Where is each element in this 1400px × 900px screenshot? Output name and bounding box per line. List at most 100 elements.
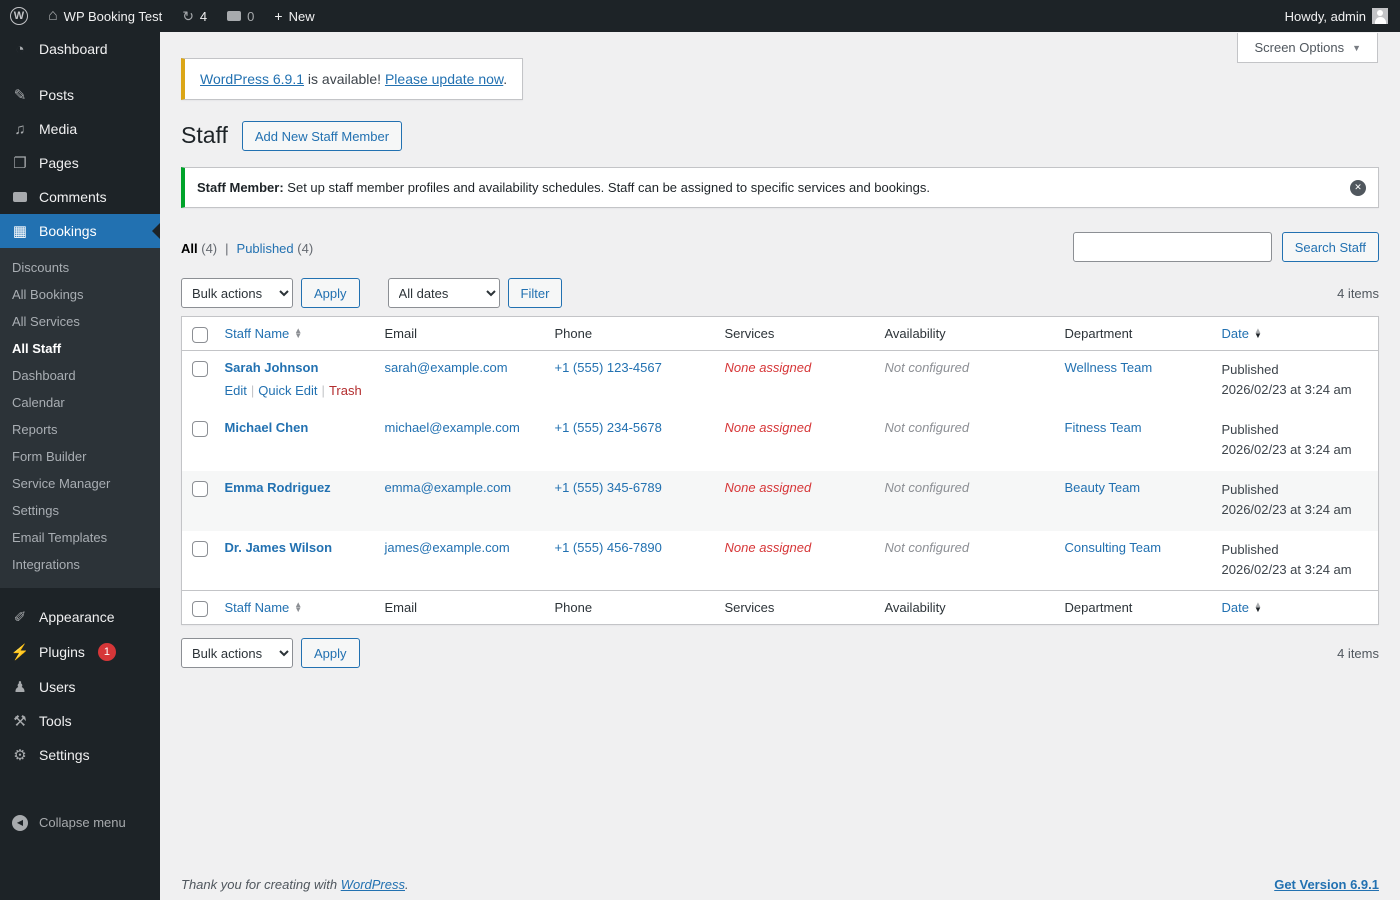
bulk-actions-select[interactable]: Bulk actions: [181, 278, 293, 308]
wordpress-footer-link[interactable]: WordPress: [341, 877, 405, 892]
add-new-staff-button[interactable]: Add New Staff Member: [241, 121, 403, 151]
staff-name-link[interactable]: Sarah Johnson: [225, 360, 319, 375]
info-notice-bold: Staff Member:: [197, 180, 284, 195]
plugins-update-badge: 1: [97, 643, 116, 661]
submenu-item-all-bookings[interactable]: All Bookings: [0, 281, 160, 308]
howdy-text: Howdy, admin: [1284, 8, 1366, 24]
services-value: None assigned: [724, 479, 812, 495]
submenu-item-dashboard[interactable]: Dashboard: [0, 362, 160, 389]
email-link[interactable]: sarah@example.com: [385, 360, 508, 375]
phone-link[interactable]: +1 (555) 234-5678: [555, 420, 662, 435]
quick-edit-link[interactable]: Quick Edit: [258, 383, 317, 398]
publish-status: Published: [1221, 362, 1279, 377]
view-all-link[interactable]: All: [181, 241, 198, 256]
date-filter-select[interactable]: All dates: [387, 278, 500, 308]
comments-menu[interactable]: 0: [217, 0, 264, 32]
posts-icon: ✎: [13, 86, 27, 104]
site-name-menu[interactable]: ⌂ WP Booking Test: [38, 0, 172, 32]
sidebar-label-appearance: Appearance: [39, 609, 115, 625]
staff-name-link[interactable]: Michael Chen: [225, 420, 309, 435]
admin-footer: Thank you for creating with WordPress. G…: [181, 877, 1379, 892]
sort-icon: ▲ ▼: [1253, 326, 1262, 340]
email-link[interactable]: james@example.com: [385, 540, 510, 555]
sidebar-item-bookings[interactable]: ▦ Bookings: [0, 214, 160, 248]
sidebar-label-pages: Pages: [39, 155, 79, 171]
sidebar-item-posts[interactable]: ✎ Posts: [0, 78, 160, 112]
submenu-item-discounts[interactable]: Discounts: [0, 254, 160, 281]
admin-sidebar: ◔ Dashboard ✎ Posts ♫ Media ❐ Pages Comm…: [0, 32, 160, 900]
department-link[interactable]: Beauty Team: [1065, 480, 1141, 495]
publish-status: Published: [1221, 421, 1279, 437]
collapse-menu-button[interactable]: ◀ Collapse menu: [0, 804, 160, 840]
dismiss-notice-icon[interactable]: ✕: [1350, 179, 1366, 196]
edit-link[interactable]: Edit: [225, 383, 247, 398]
department-link[interactable]: Consulting Team: [1065, 540, 1162, 555]
sidebar-item-comments[interactable]: Comments: [0, 180, 160, 214]
select-all-checkbox[interactable]: [192, 327, 208, 343]
sidebar-label-media: Media: [39, 121, 78, 137]
trash-link[interactable]: Trash: [329, 383, 362, 398]
tablenav-bottom: Bulk actions Apply 4 items: [181, 638, 1379, 668]
sidebar-item-pages[interactable]: ❐ Pages: [0, 146, 160, 180]
submenu-item-reports[interactable]: Reports: [0, 416, 160, 443]
submenu-item-form-builder[interactable]: Form Builder: [0, 443, 160, 470]
search-input[interactable]: [1072, 232, 1272, 262]
bulk-actions-select-bottom[interactable]: Bulk actions: [181, 638, 293, 668]
sort-staff-name-header[interactable]: Staff Name ▲ ▼: [225, 326, 303, 341]
sidebar-label-comments: Comments: [39, 189, 107, 205]
email-link[interactable]: emma@example.com: [385, 480, 512, 495]
phone-link[interactable]: +1 (555) 123-4567: [555, 360, 662, 375]
submenu-item-integrations[interactable]: Integrations: [0, 551, 160, 578]
phone-link[interactable]: +1 (555) 456-7890: [555, 540, 662, 555]
items-count: 4 items: [1337, 285, 1379, 301]
please-update-link[interactable]: Please update now: [385, 71, 503, 87]
publish-date: 2026/02/23 at 3:24 am: [1221, 382, 1352, 398]
sidebar-item-settings[interactable]: ⚙ Settings: [0, 738, 160, 772]
submenu-item-all-staff[interactable]: All Staff: [0, 335, 160, 362]
my-account-menu[interactable]: Howdy, admin: [1285, 0, 1388, 32]
phone-header: Phone: [544, 316, 715, 351]
submenu-item-email-templates[interactable]: Email Templates: [0, 524, 160, 551]
apply-button-bottom[interactable]: Apply: [301, 638, 360, 668]
sidebar-item-tools[interactable]: ⚒ Tools: [0, 704, 160, 738]
department-link[interactable]: Wellness Team: [1065, 360, 1153, 375]
submenu-item-all-services[interactable]: All Services: [0, 308, 160, 335]
row-checkbox[interactable]: [192, 420, 208, 437]
submenu-item-service-manager[interactable]: Service Manager: [0, 470, 160, 497]
collapse-menu-label: Collapse menu: [39, 814, 126, 830]
apply-button[interactable]: Apply: [301, 278, 360, 308]
sort-date-header[interactable]: Date ▲ ▼: [1222, 326, 1262, 341]
table-row: Michael Chen michael@example.com +1 (555…: [182, 411, 1379, 471]
wp-logo-menu[interactable]: W: [0, 0, 38, 32]
row-checkbox[interactable]: [192, 361, 208, 377]
submenu-item-calendar[interactable]: Calendar: [0, 389, 160, 416]
staff-name-link[interactable]: Dr. James Wilson: [225, 540, 333, 555]
view-published-link[interactable]: Published: [237, 241, 294, 256]
get-version-link[interactable]: Get Version 6.9.1: [1274, 877, 1379, 892]
screen-options-toggle[interactable]: Screen Options ▼: [1237, 33, 1378, 63]
email-link[interactable]: michael@example.com: [385, 420, 520, 435]
sidebar-item-users[interactable]: ♟ Users: [0, 670, 160, 704]
sort-staff-name-header[interactable]: Staff Name ▲ ▼: [225, 600, 303, 615]
main-content: Screen Options ▼ WordPress 6.9.1 is avai…: [160, 32, 1400, 900]
wordpress-version-link[interactable]: WordPress 6.9.1: [200, 71, 304, 87]
services-value: None assigned: [724, 419, 812, 435]
submenu-item-settings[interactable]: Settings: [0, 497, 160, 524]
select-all-checkbox[interactable]: [192, 601, 208, 617]
sidebar-item-appearance[interactable]: ✐ Appearance: [0, 600, 160, 634]
sort-date-header[interactable]: Date ▲ ▼: [1222, 600, 1262, 615]
search-staff-button[interactable]: Search Staff: [1281, 232, 1379, 262]
staff-name-link[interactable]: Emma Rodriguez: [225, 480, 331, 495]
sidebar-item-media[interactable]: ♫ Media: [0, 112, 160, 146]
updates-menu[interactable]: ↻ 4: [172, 0, 217, 32]
row-checkbox[interactable]: [192, 480, 208, 497]
view-published-count: (4): [297, 241, 314, 256]
filter-button[interactable]: Filter: [507, 278, 563, 308]
sidebar-label-users: Users: [39, 679, 76, 695]
sidebar-item-dashboard[interactable]: ◔ Dashboard: [0, 32, 160, 66]
phone-link[interactable]: +1 (555) 345-6789: [555, 480, 662, 495]
new-content-menu[interactable]: + New: [264, 0, 324, 32]
row-checkbox[interactable]: [192, 540, 208, 557]
sidebar-item-plugins[interactable]: ⚡ Plugins 1: [0, 634, 160, 670]
department-link[interactable]: Fitness Team: [1065, 420, 1142, 435]
